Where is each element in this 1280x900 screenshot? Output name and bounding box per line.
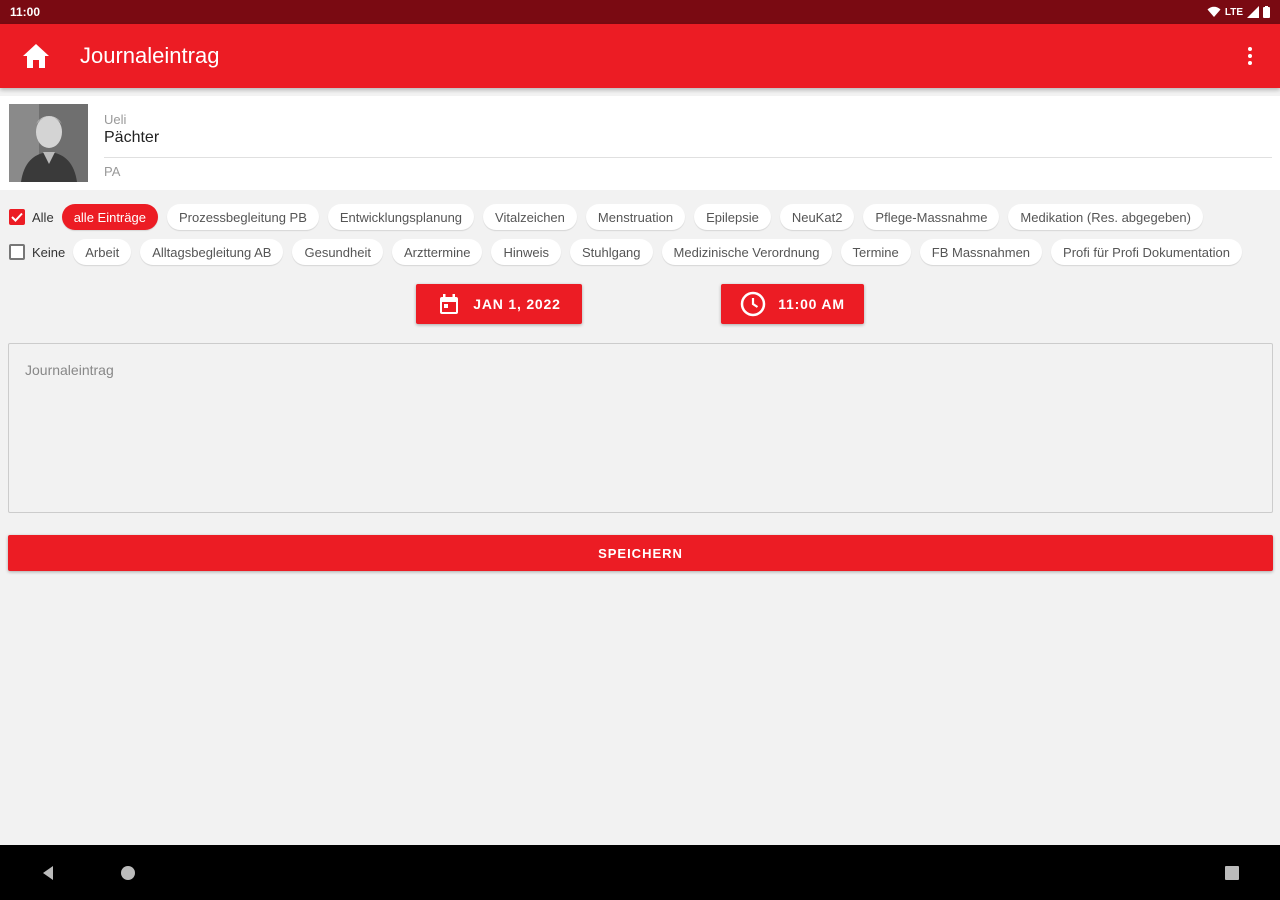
time-picker-button[interactable]: 11:00 AM: [721, 284, 864, 324]
time-label: 11:00 AM: [778, 296, 845, 312]
chip-pflege-massnahme[interactable]: Pflege-Massnahme: [863, 204, 1000, 230]
date-label: JAN 1, 2022: [473, 296, 561, 312]
chip-gesundheit[interactable]: Gesundheit: [292, 239, 383, 265]
overflow-menu-button[interactable]: [1220, 24, 1280, 88]
chip-arbeit[interactable]: Arbeit: [73, 239, 132, 265]
home-circle-icon: [121, 866, 135, 880]
chip-medikation[interactable]: Medikation (Res. abgegeben): [1008, 204, 1203, 230]
network-type: LTE: [1224, 6, 1243, 18]
chip-entwicklungsplanung[interactable]: Entwicklungsplanung: [327, 204, 475, 230]
profile-divider: [104, 157, 1272, 158]
checkbox-alle-label: Alle: [32, 209, 54, 225]
chip-neukat2[interactable]: NeuKat2: [779, 204, 855, 230]
save-button[interactable]: SPEICHERN: [8, 535, 1273, 571]
check-icon: [11, 212, 23, 222]
chip-fb-massnahmen[interactable]: FB Massnahmen: [919, 239, 1043, 265]
chip-alltagsbegleitung[interactable]: Alltagsbegleitung AB: [140, 239, 284, 265]
profile-abbreviation: PA: [104, 164, 121, 179]
filter-row-all: Alle alle Einträge Prozessbegleitung PB …: [0, 201, 1280, 233]
wifi-icon: [1207, 6, 1221, 17]
navigation-bar: [0, 845, 1280, 900]
profile-card: Ueli Pächter PA: [0, 96, 1280, 190]
profile-first-name: Ueli: [104, 112, 127, 127]
signal-icon: [1247, 6, 1259, 18]
filter-row-none: Keine Arbeit Alltagsbegleitung AB Gesund…: [0, 236, 1280, 268]
chip-stuhlgang[interactable]: Stuhlgang: [569, 239, 653, 265]
profile-last-name: Pächter: [104, 129, 160, 146]
recents-icon: [1225, 866, 1239, 880]
status-icons: LTE: [1207, 6, 1270, 18]
chip-termine[interactable]: Termine: [840, 239, 911, 265]
more-vert-icon: [1248, 47, 1252, 65]
chip-profi-fuer-profi[interactable]: Profi für Profi Dokumentation: [1051, 239, 1242, 265]
clock-icon: [740, 291, 766, 317]
journal-entry-input[interactable]: [9, 344, 1272, 512]
chip-arzttermine[interactable]: Arzttermine: [391, 239, 483, 265]
checkbox-alle[interactable]: [9, 209, 25, 225]
status-time: 11:00: [10, 5, 41, 19]
nav-back-button[interactable]: [34, 859, 62, 887]
date-picker-button[interactable]: JAN 1, 2022: [416, 284, 582, 324]
chip-medizinische-verordnung[interactable]: Medizinische Verordnung: [661, 239, 832, 265]
checkbox-keine[interactable]: [9, 244, 25, 260]
chip-hinweis[interactable]: Hinweis: [491, 239, 561, 265]
status-bar: 11:00 LTE: [0, 0, 1280, 24]
battery-icon: [1263, 6, 1270, 18]
chip-vitalzeichen[interactable]: Vitalzeichen: [483, 204, 577, 230]
chip-epilepsie[interactable]: Epilepsie: [694, 204, 771, 230]
avatar: [9, 104, 88, 182]
avatar-photo: [9, 104, 88, 182]
calendar-icon: [440, 294, 459, 314]
home-icon: [23, 44, 49, 68]
nav-recents-button[interactable]: [1218, 859, 1246, 887]
home-button[interactable]: [0, 24, 72, 88]
page-title: Journaleintrag: [80, 43, 220, 68]
chip-alle-eintraege[interactable]: alle Einträge: [61, 204, 158, 230]
back-icon: [43, 866, 53, 880]
nav-home-button[interactable]: [114, 859, 142, 887]
journal-entry-field: [8, 343, 1273, 513]
chip-menstruation[interactable]: Menstruation: [585, 204, 686, 230]
checkbox-keine-label: Keine: [32, 244, 66, 260]
app-bar: Journaleintrag: [0, 24, 1280, 88]
chip-prozessbegleitung[interactable]: Prozessbegleitung PB: [166, 204, 319, 230]
